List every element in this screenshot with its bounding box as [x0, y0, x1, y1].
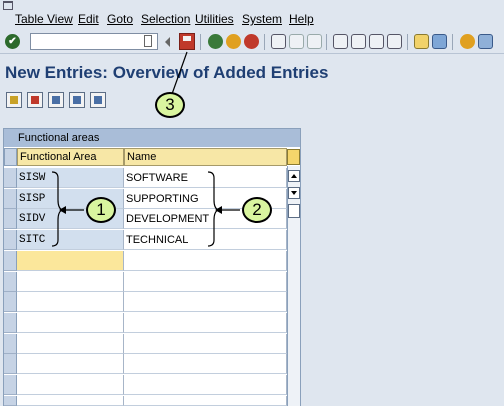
table-empty-cell[interactable]	[17, 272, 124, 292]
menu-system[interactable]: System	[242, 12, 282, 26]
select-block-icon[interactable]	[69, 92, 85, 108]
row-selector[interactable]	[4, 251, 17, 271]
table-empty-cell[interactable]	[17, 396, 124, 406]
callout-3: 3	[155, 92, 185, 118]
row-selector[interactable]	[4, 334, 17, 354]
row-selector[interactable]	[4, 354, 17, 374]
scroll-up-icon[interactable]	[288, 170, 300, 182]
table-empty-cell[interactable]	[17, 354, 124, 374]
first-page-icon[interactable]	[333, 34, 348, 49]
row-selector[interactable]	[4, 375, 17, 395]
find-next-icon[interactable]	[307, 34, 322, 49]
display-change-icon[interactable]	[6, 92, 22, 108]
table-empty-cell[interactable]	[17, 375, 124, 395]
new-session-icon[interactable]	[414, 34, 429, 49]
toolbar-separator	[264, 34, 265, 50]
table-empty-cell[interactable]	[17, 313, 124, 333]
shortcut-icon[interactable]	[432, 34, 447, 49]
table-cell-name[interactable]: TECHNICAL	[124, 230, 287, 250]
row-selector[interactable]	[4, 168, 17, 188]
table-empty-cell[interactable]	[124, 396, 287, 406]
table-cell-name[interactable]: SOFTWARE	[124, 168, 287, 188]
row-selector[interactable]	[4, 396, 17, 406]
find-icon[interactable]	[289, 34, 304, 49]
row-selector[interactable]	[4, 189, 17, 209]
row-selector[interactable]	[4, 292, 17, 312]
exit-icon[interactable]	[226, 34, 241, 49]
table-empty-cell[interactable]	[124, 292, 287, 312]
layout-menu-icon[interactable]	[478, 34, 493, 49]
page-title: New Entries: Overview of Added Entries	[5, 63, 329, 82]
table-cell-functional-area[interactable]: SITC	[17, 230, 124, 250]
table-empty-cell[interactable]	[124, 334, 287, 354]
help-icon[interactable]	[460, 34, 475, 49]
row-selector[interactable]	[4, 313, 17, 333]
row-selector[interactable]	[4, 209, 17, 229]
next-page-icon[interactable]	[369, 34, 384, 49]
toolbar-separator	[326, 34, 327, 50]
menu-utilities[interactable]: Utilities	[195, 12, 234, 26]
last-page-icon[interactable]	[387, 34, 402, 49]
row-selector[interactable]	[4, 230, 17, 250]
table-empty-cell[interactable]	[124, 313, 287, 333]
toolbar-separator	[452, 34, 453, 50]
command-field[interactable]	[30, 33, 158, 50]
menu-table-view[interactable]: Table View	[15, 12, 73, 26]
select-all-icon[interactable]	[48, 92, 64, 108]
table-input-cell-functional-area[interactable]	[17, 251, 124, 271]
command-field-expand-icon[interactable]	[165, 37, 170, 47]
back-icon[interactable]	[208, 34, 223, 49]
callout-2: 2	[242, 197, 272, 223]
print-icon[interactable]	[271, 34, 286, 49]
column-header-functional-area[interactable]: Functional Area	[17, 148, 124, 166]
table-empty-cell[interactable]	[124, 272, 287, 292]
sap-menu-icon[interactable]	[3, 1, 13, 10]
table-empty-cell[interactable]	[17, 292, 124, 312]
scroll-down-icon[interactable]	[288, 187, 300, 199]
table-title: Functional areas	[4, 129, 300, 147]
table-input-cell-name[interactable]	[124, 251, 287, 271]
previous-page-icon[interactable]	[351, 34, 366, 49]
row-selector[interactable]	[4, 272, 17, 292]
save-icon[interactable]	[179, 33, 195, 50]
table-empty-cell[interactable]	[124, 375, 287, 395]
toolbar-separator	[407, 34, 408, 50]
vertical-scrollbar[interactable]	[287, 166, 300, 406]
command-history-icon[interactable]	[144, 35, 152, 47]
table-settings-icon[interactable]	[287, 149, 300, 165]
delete-icon[interactable]	[27, 92, 43, 108]
enter-check-icon[interactable]: ✔	[5, 34, 20, 49]
menu-edit[interactable]: Edit	[78, 12, 99, 26]
scrollbar-thumb[interactable]	[288, 204, 300, 218]
callout-1: 1	[86, 197, 116, 223]
cancel-icon[interactable]	[244, 34, 259, 49]
table-empty-cell[interactable]	[124, 354, 287, 374]
menu-goto[interactable]: Goto	[107, 12, 133, 26]
toolbar-separator	[200, 34, 201, 50]
menu-help[interactable]: Help	[289, 12, 314, 26]
select-all-rows-button[interactable]	[4, 148, 17, 166]
menu-selection[interactable]: Selection	[141, 12, 190, 26]
table-cell-functional-area[interactable]: SISW	[17, 168, 124, 188]
column-header-name[interactable]: Name	[124, 148, 287, 166]
table-empty-cell[interactable]	[17, 334, 124, 354]
deselect-all-icon[interactable]	[90, 92, 106, 108]
